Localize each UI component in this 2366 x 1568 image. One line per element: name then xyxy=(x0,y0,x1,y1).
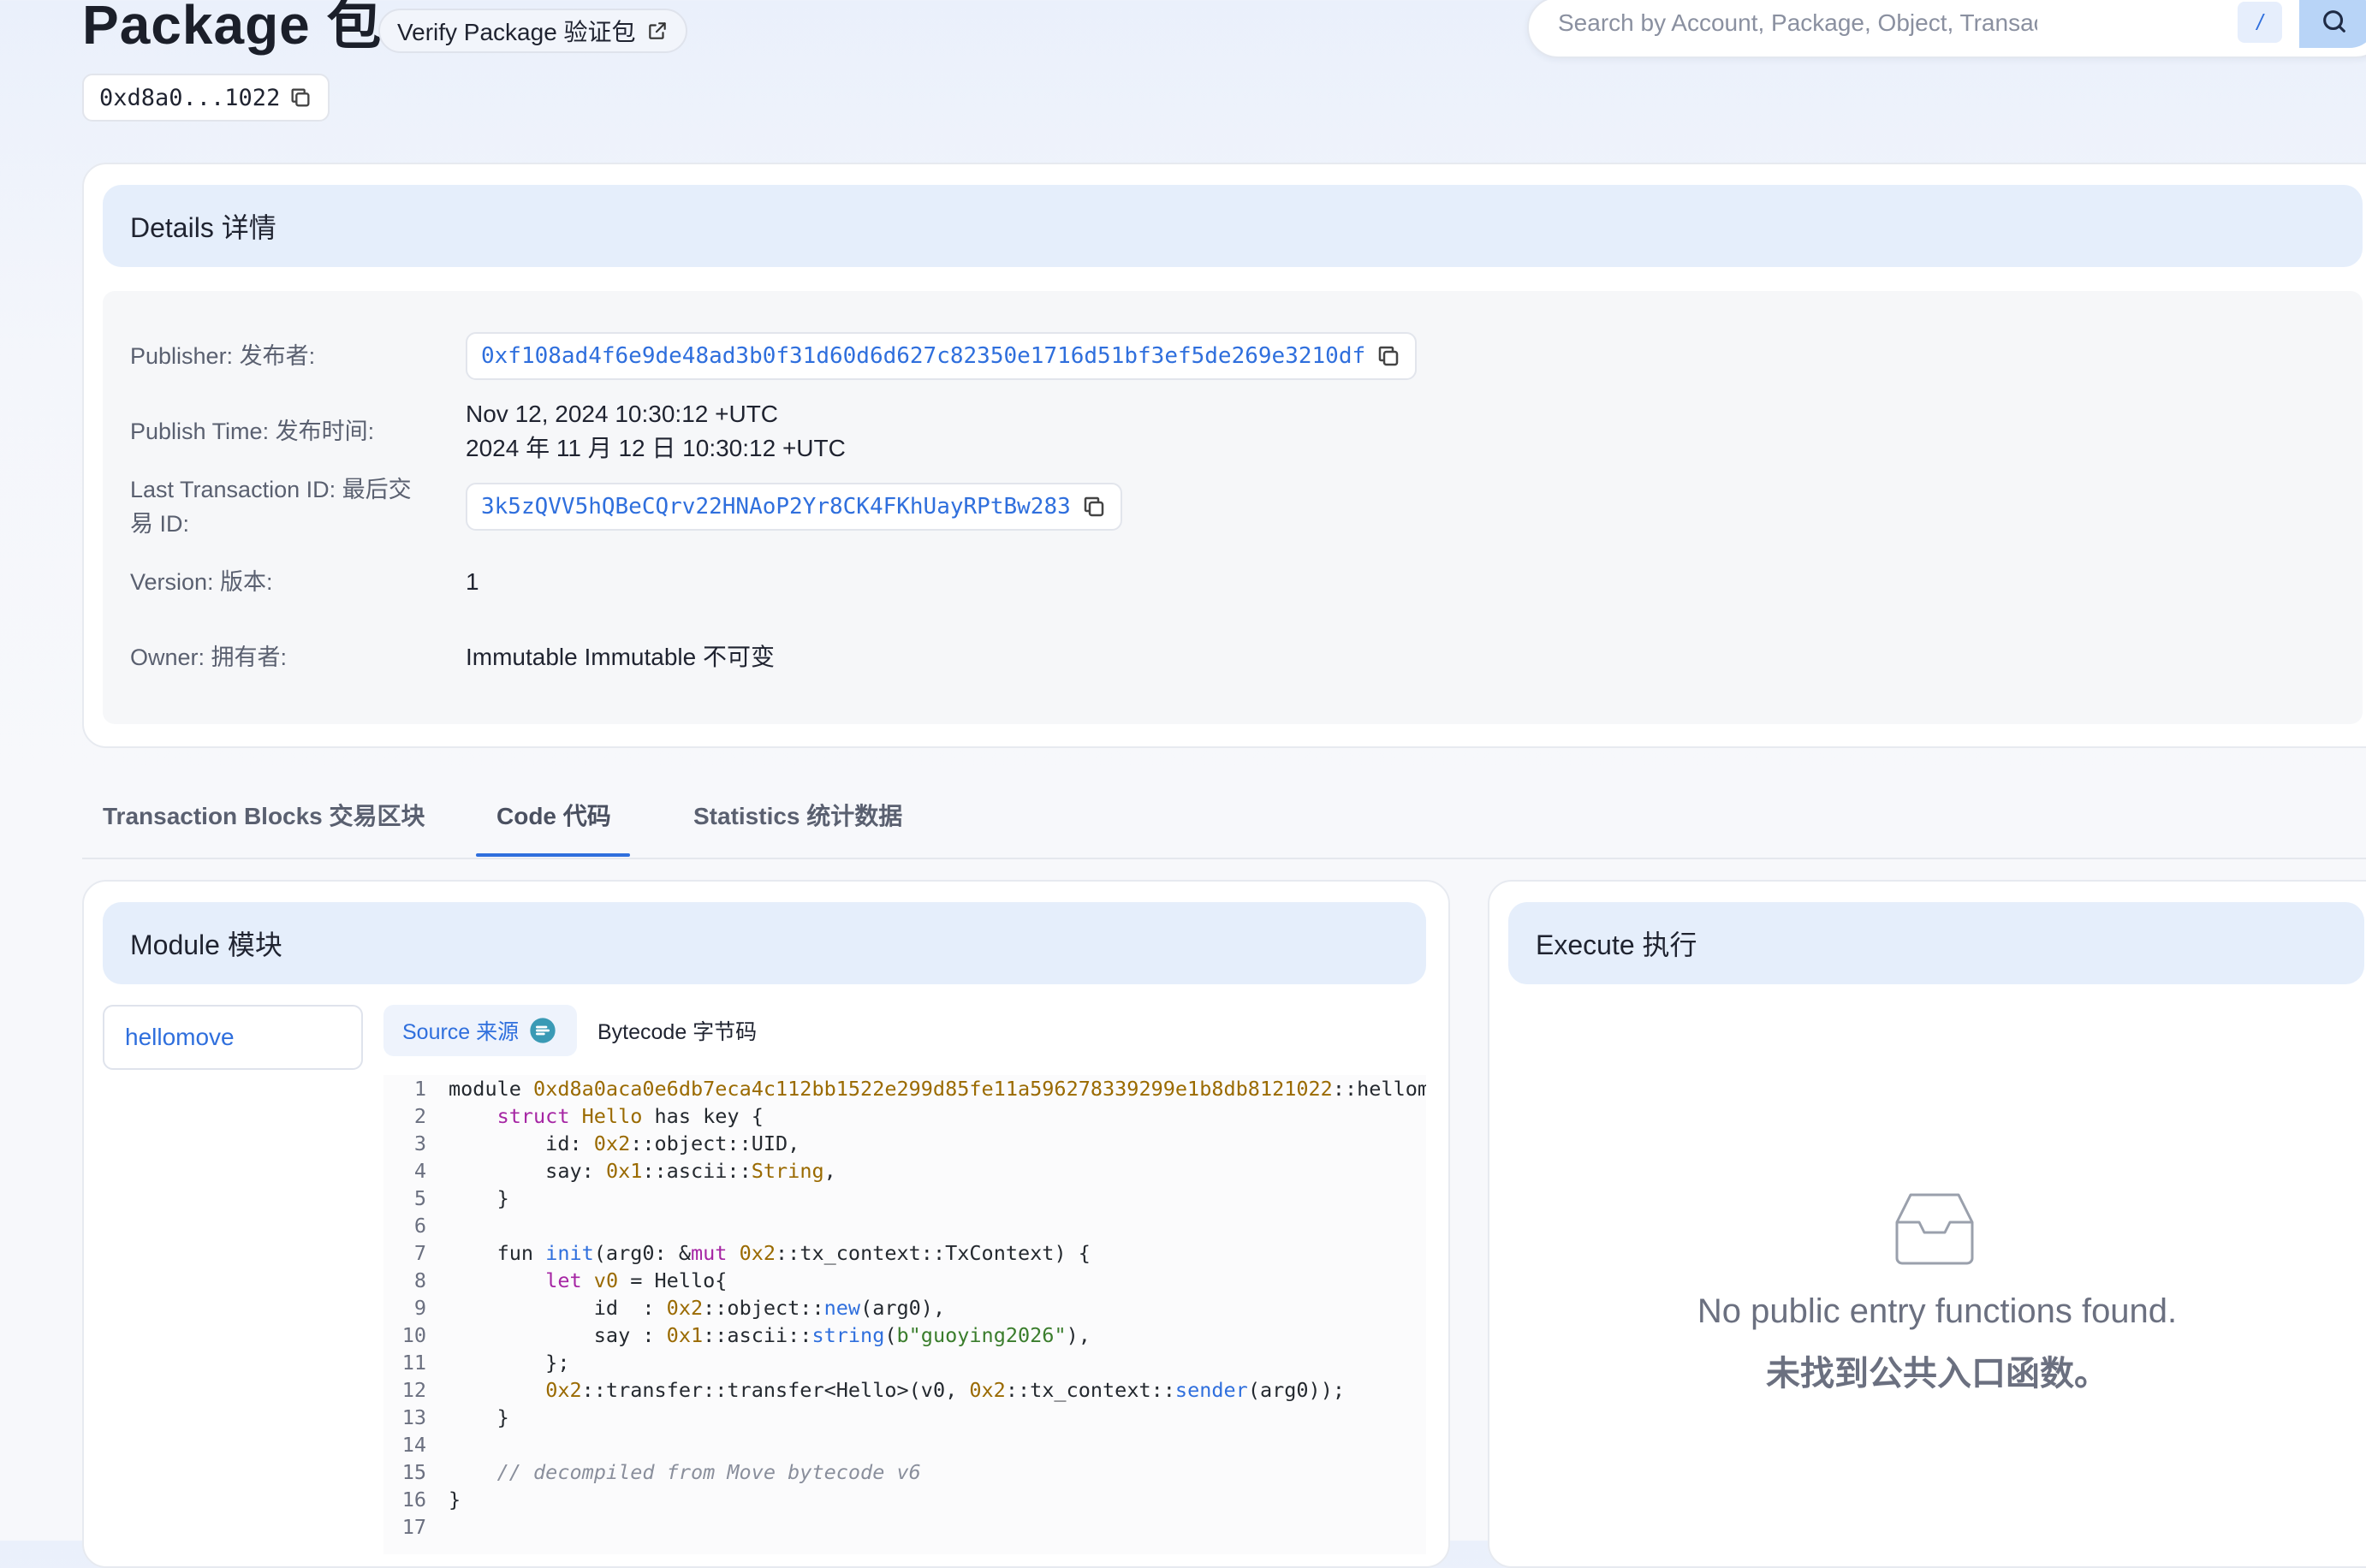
last-tx-id[interactable]: 3k5zQVV5hQBeCQrv22HNAoP2Yr8CK4FKhUayRPtB… xyxy=(481,494,1071,520)
version-value: 1 xyxy=(466,568,479,595)
copy-icon[interactable] xyxy=(1376,343,1401,369)
last-tx-label-line2: 易 ID: xyxy=(130,511,190,537)
publish-time-en: Nov 12, 2024 10:30:12 +UTC xyxy=(466,401,779,427)
empty-state-message-en: No public entry functions found. xyxy=(1697,1292,2178,1330)
last-tx-label-line1: Last Transaction ID: 最后交 xyxy=(130,477,412,502)
code-viewer[interactable]: 1 module 0xd8a0aca0e6db7eca4c112bb1522e29… xyxy=(383,1075,1426,1554)
copy-icon[interactable] xyxy=(288,86,312,110)
details-heading: Details 详情 xyxy=(103,185,2363,267)
page-title: Package 包 xyxy=(82,0,383,56)
bytecode-tab[interactable]: Bytecode 字节码 xyxy=(597,1005,757,1056)
search-shortcut-key: / xyxy=(2238,2,2282,43)
owner-label: Owner: 拥有者: xyxy=(130,644,288,670)
tab-transaction-blocks[interactable]: Transaction Blocks 交易区块 xyxy=(103,798,425,832)
publish-time-label: Publish Time: 发布时间: xyxy=(130,419,375,444)
module-list-item[interactable]: hellomove xyxy=(103,1005,363,1070)
verify-package-button[interactable]: Verify Package 验证包 xyxy=(378,9,687,53)
source-tab-label: Source 来源 xyxy=(402,1020,520,1044)
publisher-chip[interactable]: 0xf108ad4f6e9de48ad3b0f31d60d6d627c82350… xyxy=(466,332,1418,380)
verify-package-label: Verify Package 验证包 xyxy=(397,19,636,45)
search-icon xyxy=(2323,10,2345,33)
empty-state-message-zh: 未找到公共入口函数。 xyxy=(1766,1355,2108,1393)
active-tab-indicator xyxy=(476,853,630,857)
module-heading: Module 模块 xyxy=(103,902,1426,984)
package-address-chip: 0xd8a0...1022 xyxy=(82,74,330,122)
tab-statistics[interactable]: Statistics 统计数据 xyxy=(693,798,902,832)
empty-inbox-icon xyxy=(1895,1193,1974,1265)
tab-code[interactable]: Code 代码 xyxy=(496,798,611,832)
publisher-address[interactable]: 0xf108ad4f6e9de48ad3b0f31d60d6d627c82350… xyxy=(481,343,1365,369)
publisher-label: Publisher: 发布者: xyxy=(130,343,316,369)
source-tab[interactable]: Source 来源 xyxy=(383,1005,578,1056)
search-bar: / xyxy=(1527,0,2366,58)
tabs-divider xyxy=(82,858,2366,859)
last-tx-chip[interactable]: 3k5zQVV5hQBeCQrv22HNAoP2Yr8CK4FKhUayRPtB… xyxy=(466,483,1122,531)
source-code-icon xyxy=(530,1018,556,1043)
copy-icon[interactable] xyxy=(1081,494,1107,520)
owner-value: Immutable Immutable 不可变 xyxy=(466,644,775,670)
execute-heading: Execute 执行 xyxy=(1508,902,2364,984)
package-address: 0xd8a0...1022 xyxy=(99,84,281,111)
search-input[interactable] xyxy=(1556,5,2039,41)
publish-time-zh: 2024 年 11 月 12 日 10:30:12 +UTC xyxy=(466,435,846,461)
version-label: Version: 版本: xyxy=(130,569,273,595)
external-link-icon xyxy=(648,22,666,39)
search-button[interactable] xyxy=(2299,0,2366,48)
